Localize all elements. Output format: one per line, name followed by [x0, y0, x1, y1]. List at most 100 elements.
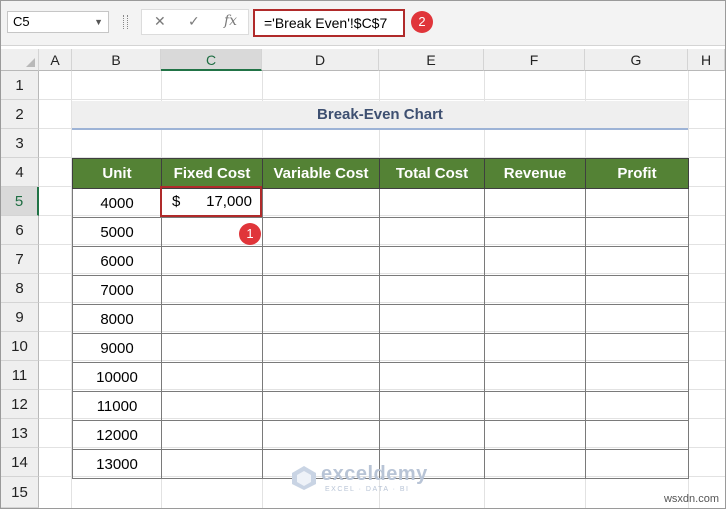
row-header-11[interactable]: 11 [1, 361, 39, 390]
variable-cost-cell[interactable] [262, 304, 380, 334]
revenue-cell[interactable] [484, 304, 586, 334]
profit-cell[interactable] [585, 188, 689, 218]
total-cost-cell[interactable] [379, 333, 485, 363]
header-total-cost[interactable]: Total Cost [379, 158, 485, 189]
fixed-cost-cell[interactable] [161, 333, 263, 363]
total-cost-cell[interactable] [379, 362, 485, 392]
row-header-8[interactable]: 8 [1, 274, 39, 303]
row-header-7[interactable]: 7 [1, 245, 39, 274]
revenue-cell[interactable] [484, 420, 586, 450]
variable-cost-cell[interactable] [262, 217, 380, 247]
row-header-14[interactable]: 14 [1, 448, 39, 477]
unit-cell[interactable]: 10000 [72, 362, 162, 392]
unit-cell[interactable]: 11000 [72, 391, 162, 421]
column-header-h[interactable]: H [688, 49, 725, 71]
insert-function-icon[interactable]: fx [224, 13, 237, 29]
step-badge-2: 2 [411, 11, 433, 33]
table-row: 10000 [72, 362, 689, 392]
fixed-cost-cell[interactable] [161, 304, 263, 334]
header-variable-cost[interactable]: Variable Cost [262, 158, 380, 189]
row-header-9[interactable]: 9 [1, 303, 39, 332]
column-header-c[interactable]: C [161, 49, 262, 71]
formula-input[interactable]: ='Break Even'!$C$7 [253, 9, 405, 37]
cancel-icon[interactable]: ✕ [154, 13, 166, 30]
unit-cell[interactable]: 8000 [72, 304, 162, 334]
revenue-cell[interactable] [484, 333, 586, 363]
variable-cost-cell[interactable] [262, 391, 380, 421]
row-header-12[interactable]: 12 [1, 390, 39, 419]
total-cost-cell[interactable] [379, 246, 485, 276]
fixed-cost-cell[interactable] [161, 420, 263, 450]
column-header-g[interactable]: G [585, 49, 688, 71]
profit-cell[interactable] [585, 420, 689, 450]
fixed-cost-cell[interactable] [161, 362, 263, 392]
row-header-2[interactable]: 2 [1, 100, 39, 129]
row-header-6[interactable]: 6 [1, 216, 39, 245]
profit-cell[interactable] [585, 449, 689, 479]
row-header-3[interactable]: 3 [1, 129, 39, 158]
variable-cost-cell[interactable] [262, 420, 380, 450]
select-all-corner[interactable] [1, 49, 39, 71]
name-box[interactable]: C5 ▼ [7, 11, 109, 33]
unit-cell[interactable]: 4000 [72, 188, 162, 218]
revenue-cell[interactable] [484, 391, 586, 421]
unit-cell[interactable]: 5000 [72, 217, 162, 247]
variable-cost-cell[interactable] [262, 333, 380, 363]
profit-cell[interactable] [585, 362, 689, 392]
unit-cell[interactable]: 12000 [72, 420, 162, 450]
variable-cost-cell[interactable] [262, 275, 380, 305]
header-profit[interactable]: Profit [585, 158, 689, 189]
revenue-cell[interactable] [484, 275, 586, 305]
profit-cell[interactable] [585, 391, 689, 421]
total-cost-cell[interactable] [379, 420, 485, 450]
revenue-cell[interactable] [484, 449, 586, 479]
total-cost-cell[interactable] [379, 391, 485, 421]
row-header-1[interactable]: 1 [1, 71, 39, 100]
total-cost-cell[interactable] [379, 304, 485, 334]
unit-cell[interactable]: 13000 [72, 449, 162, 479]
fixed-cost-cell[interactable] [161, 449, 263, 479]
revenue-cell[interactable] [484, 188, 586, 218]
selected-cell-c5[interactable]: $ 17,000 [160, 186, 262, 217]
header-revenue[interactable]: Revenue [484, 158, 586, 189]
sheet-title[interactable]: Break-Even Chart [72, 101, 688, 130]
profit-cell[interactable] [585, 217, 689, 247]
column-header-e[interactable]: E [379, 49, 484, 71]
column-header-d[interactable]: D [262, 49, 379, 71]
row-header-4[interactable]: 4 [1, 158, 39, 187]
exceldemy-watermark: exceldemy EXCEL · DATA · BI [291, 463, 441, 497]
total-cost-cell[interactable] [379, 217, 485, 247]
chevron-down-icon[interactable]: ▼ [94, 12, 103, 32]
resize-grip-icon[interactable] [123, 15, 128, 29]
fixed-cost-cell[interactable] [161, 246, 263, 276]
total-cost-cell[interactable] [379, 188, 485, 218]
revenue-cell[interactable] [484, 217, 586, 247]
variable-cost-cell[interactable] [262, 246, 380, 276]
variable-cost-cell[interactable] [262, 362, 380, 392]
profit-cell[interactable] [585, 275, 689, 305]
column-header-a[interactable]: A [39, 49, 72, 71]
unit-cell[interactable]: 9000 [72, 333, 162, 363]
row-header-13[interactable]: 13 [1, 419, 39, 448]
fixed-cost-cell[interactable] [161, 275, 263, 305]
enter-check-icon[interactable]: ✓ [188, 13, 200, 30]
profit-cell[interactable] [585, 246, 689, 276]
column-header-b[interactable]: B [72, 49, 161, 71]
total-cost-cell[interactable] [379, 275, 485, 305]
column-header-f[interactable]: F [484, 49, 585, 71]
header-fixed-cost[interactable]: Fixed Cost [161, 158, 263, 189]
unit-cell[interactable]: 6000 [72, 246, 162, 276]
revenue-cell[interactable] [484, 362, 586, 392]
revenue-cell[interactable] [484, 246, 586, 276]
unit-cell[interactable]: 7000 [72, 275, 162, 305]
row-header-15[interactable]: 15 [1, 477, 39, 508]
header-unit[interactable]: Unit [72, 158, 162, 189]
row-header-10[interactable]: 10 [1, 332, 39, 361]
table-row: 9000 [72, 333, 689, 363]
profit-cell[interactable] [585, 333, 689, 363]
profit-cell[interactable] [585, 304, 689, 334]
row-header-5[interactable]: 5 [1, 187, 39, 216]
fixed-cost-cell[interactable] [161, 391, 263, 421]
variable-cost-cell[interactable] [262, 188, 380, 218]
table-row: 6000 [72, 246, 689, 276]
